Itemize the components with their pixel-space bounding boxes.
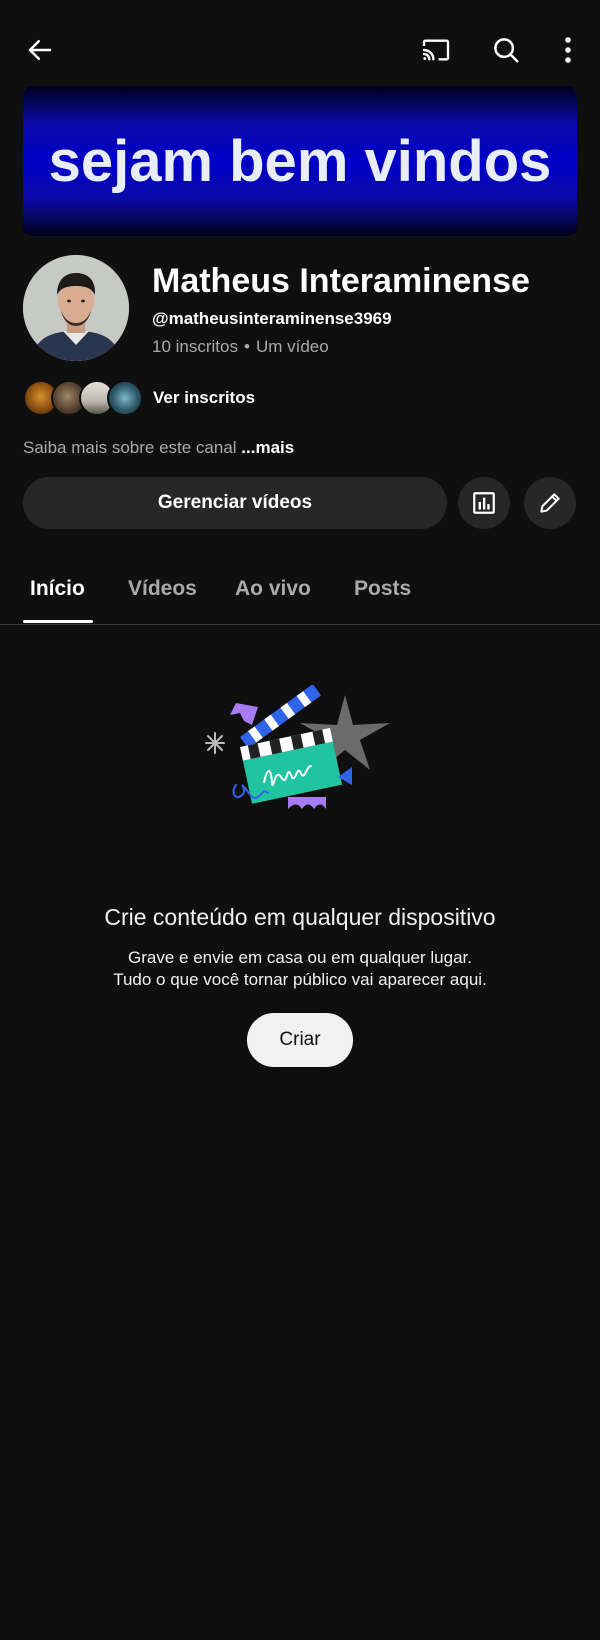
see-subscribers-row[interactable]: Ver inscritos — [23, 380, 255, 416]
channel-handle: @matheusinteraminense3969 — [152, 309, 392, 328]
avatar-photo — [23, 255, 129, 361]
channel-avatar[interactable] — [23, 255, 129, 361]
more-options-button[interactable] — [548, 30, 588, 70]
search-icon — [494, 38, 519, 63]
tab-videos[interactable]: Vídeos — [128, 577, 197, 601]
pencil-icon — [540, 493, 560, 513]
see-subscribers-link[interactable]: Ver inscritos — [153, 388, 255, 408]
tab-ao-vivo[interactable]: Ao vivo — [235, 577, 311, 601]
empty-state-line-2: Tudo o que você tornar público vai apare… — [113, 970, 487, 989]
channel-about[interactable]: Saiba mais sobre este canal ...mais — [23, 438, 294, 458]
about-text: Saiba mais sobre este canal — [23, 438, 242, 457]
cast-icon — [422, 39, 450, 61]
analytics-icon — [473, 492, 495, 514]
active-tab-indicator — [23, 620, 93, 623]
channel-name: Matheus Interaminense — [152, 262, 530, 300]
top-app-bar — [0, 0, 600, 100]
tab-posts[interactable]: Posts — [354, 577, 411, 601]
about-more-link[interactable]: ...mais — [241, 438, 294, 457]
edit-channel-button[interactable] — [524, 477, 576, 529]
subscriber-avatars — [23, 380, 143, 416]
banner-text: sejam bem vindos — [48, 128, 552, 194]
create-content-illustration — [200, 684, 400, 835]
subscriber-count: 10 inscritos — [152, 337, 238, 356]
empty-state-line-1: Grave e envie em casa ou em qualquer lug… — [128, 948, 472, 967]
back-button[interactable] — [20, 30, 60, 70]
subscriber-avatar — [107, 380, 143, 416]
channel-tabs: Início Vídeos Ao vivo Posts — [0, 565, 600, 625]
more-vertical-icon — [565, 37, 571, 63]
empty-state-title: Crie conteúdo em qualquer dispositivo — [104, 904, 496, 930]
search-button[interactable] — [486, 30, 526, 70]
create-button[interactable]: Criar — [247, 1013, 353, 1067]
clapperboard-illustration — [205, 684, 390, 809]
separator-dot: • — [243, 337, 250, 356]
video-count: Um vídeo — [255, 337, 329, 356]
channel-banner: sejam bem vindos — [23, 86, 577, 236]
manage-videos-button[interactable]: Gerenciar vídeos — [23, 477, 447, 529]
arrow-left-icon — [28, 40, 52, 60]
tab-inicio[interactable]: Início — [30, 577, 85, 601]
analytics-button[interactable] — [458, 477, 510, 529]
channel-stats: 10 inscritos • Um vídeo — [152, 337, 329, 357]
cast-button[interactable] — [416, 30, 456, 70]
empty-state-description: Grave e envie em casa ou em qualquer lug… — [0, 947, 600, 991]
